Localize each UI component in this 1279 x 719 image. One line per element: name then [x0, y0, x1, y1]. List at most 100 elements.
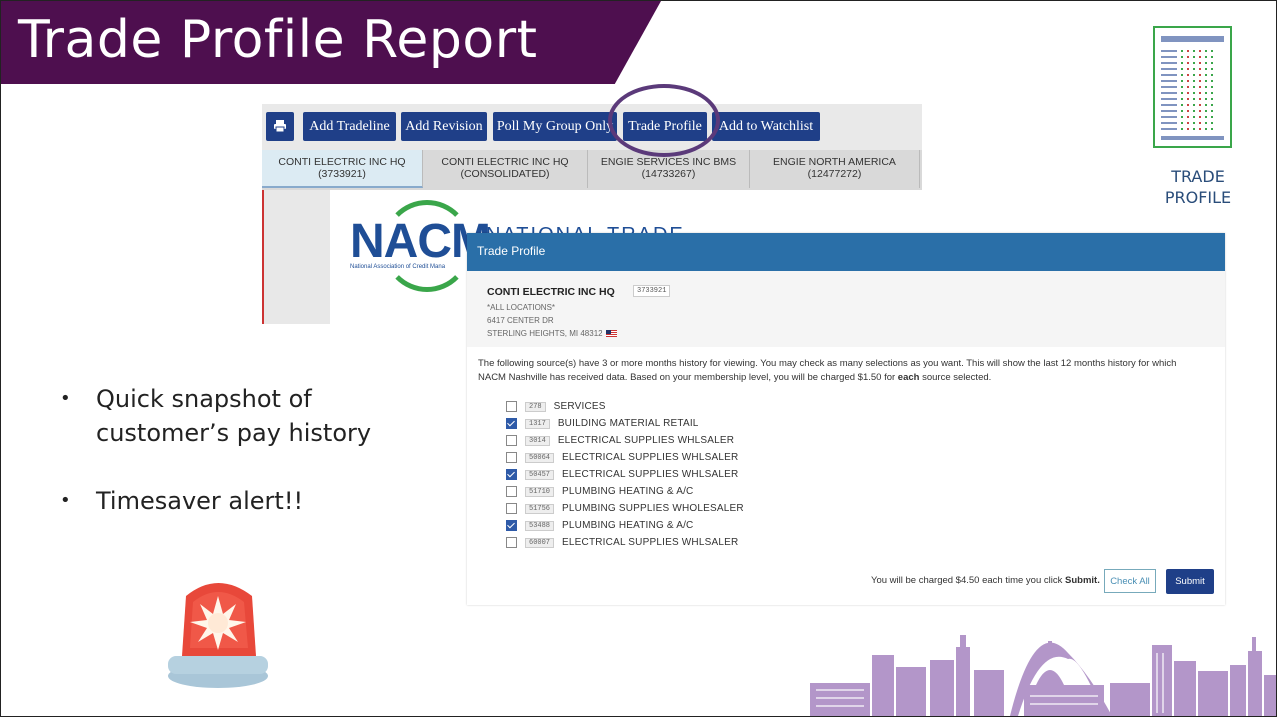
icon-row [1161, 80, 1224, 82]
icon-label-line: TRADE [1171, 167, 1225, 186]
customer-info: CONTI ELECTRIC INC HQ 3733921 *ALL LOCAT… [467, 271, 1225, 347]
icon-row [1161, 68, 1224, 70]
dialog-description: The following source(s) have 3 or more m… [478, 357, 1213, 385]
toolbar: Add Tradeline Add Revision Poll My Group… [262, 104, 922, 150]
source-name: BUILDING MATERIAL RETAIL [557, 418, 699, 429]
tab-sublabel: (12477272) [807, 168, 862, 180]
icon-row [1161, 50, 1224, 52]
charge-notice: You will be charged $4.50 each time you … [871, 575, 1100, 586]
printer-icon [274, 120, 286, 133]
dialog-title: Trade Profile [477, 244, 546, 258]
us-flag-icon [605, 330, 617, 338]
customer-address: 6417 CENTER DR [487, 316, 554, 325]
source-code: 1317 [525, 418, 550, 429]
source-name: ELECTRICAL SUPPLIES WHLSALER [557, 435, 735, 446]
source-name: ELECTRICAL SUPPLIES WHLSALER [562, 469, 739, 480]
page-gutter [264, 190, 330, 324]
highlight-circle [608, 84, 720, 157]
icon-header-bar [1161, 36, 1224, 42]
source-name: PLUMBING HEATING & A/C [562, 486, 694, 497]
bullet-text: Timesaver alert!! [96, 484, 303, 518]
source-list: 278 SERVICES 1317 BUILDING MATERIAL RETAIL 3… [506, 398, 744, 551]
bullet-dot: • [60, 490, 71, 511]
icon-footer-bar [1161, 136, 1224, 140]
emergency-siren-icon [168, 583, 268, 688]
company-tabs: CONTI ELECTRIC INC HQ (3733921) CONTI EL… [262, 150, 922, 190]
icon-row [1161, 116, 1224, 118]
source-checkbox[interactable] [506, 537, 517, 548]
bullet-line: customer’s pay history [96, 419, 372, 447]
bullet-line: Quick snapshot of [96, 385, 312, 413]
source-name: SERVICES [553, 401, 606, 412]
tab-sublabel: (CONSOLIDATED) [460, 168, 550, 180]
tab-label: CONTI ELECTRIC INC HQ [278, 156, 406, 168]
tab-sublabel: (14733267) [641, 168, 696, 180]
source-checkbox[interactable] [506, 452, 517, 463]
source-checkbox[interactable] [506, 418, 517, 429]
tab-conti-electric-consolidated[interactable]: CONTI ELECTRIC INC HQ (CONSOLIDATED) [423, 150, 588, 188]
tab-sublabel: (3733921) [318, 168, 366, 180]
source-code: 50064 [525, 452, 555, 463]
add-revision-button[interactable]: Add Revision [401, 112, 487, 141]
source-code: 50457 [525, 469, 555, 480]
source-name: PLUMBING SUPPLIES WHOLESALER [562, 503, 744, 514]
description-line: The following source(s) have 3 or more m… [478, 358, 1177, 369]
tab-label: CONTI ELECTRIC INC HQ [441, 156, 569, 168]
source-row: 53488 PLUMBING HEATING & A/C [506, 517, 744, 534]
charge-bold: Submit. [1065, 575, 1100, 586]
print-button[interactable] [266, 112, 294, 141]
trade-profile-document-icon [1153, 26, 1232, 148]
tab-label: ENGIE SERVICES INC BMS [600, 156, 737, 168]
source-checkbox[interactable] [506, 469, 517, 480]
source-name: ELECTRICAL SUPPLIES WHLSALER [562, 452, 739, 463]
bullet-dot: • [60, 388, 71, 409]
city-skyline-graphic [810, 635, 1276, 716]
customer-name: CONTI ELECTRIC INC HQ [487, 286, 615, 298]
source-checkbox[interactable] [506, 435, 517, 446]
source-row: 1317 BUILDING MATERIAL RETAIL [506, 415, 744, 432]
trade-profile-icon-label: TRADE PROFILE [1148, 166, 1248, 208]
add-tradeline-button[interactable]: Add Tradeline [303, 112, 396, 141]
submit-button[interactable]: Submit [1166, 569, 1214, 594]
bullet-line: Timesaver alert!! [96, 487, 304, 515]
source-row: 51710 PLUMBING HEATING & A/C [506, 483, 744, 500]
charge-text: You will be charged $4.50 each time you … [871, 575, 1063, 586]
source-code: 51756 [525, 503, 555, 514]
customer-city: STERLING HEIGHTS, MI 48312 [487, 329, 617, 338]
add-to-watchlist-button[interactable]: Add to Watchlist [712, 112, 820, 141]
customer-location: *ALL LOCATIONS* [487, 303, 556, 312]
source-name: ELECTRICAL SUPPLIES WHLSALER [562, 537, 739, 548]
bullet-text: Quick snapshot of customer’s pay history [96, 382, 371, 450]
source-code: 278 [525, 401, 546, 412]
source-row: 50457 ELECTRICAL SUPPLIES WHLSALER [506, 466, 744, 483]
source-row: 60007 ELECTRICAL SUPPLIES WHLSALER [506, 534, 744, 551]
source-code: 51710 [525, 486, 555, 497]
tab-engie-north-america[interactable]: ENGIE NORTH AMERICA (12477272) [750, 150, 920, 188]
tab-conti-electric-hq[interactable]: CONTI ELECTRIC INC HQ (3733921) [262, 150, 423, 188]
source-name: PLUMBING HEATING & A/C [562, 520, 694, 531]
icon-row [1161, 74, 1224, 76]
source-checkbox[interactable] [506, 401, 517, 412]
source-row: 3014 ELECTRICAL SUPPLIES WHLSALER [506, 432, 744, 449]
icon-row [1161, 86, 1224, 88]
source-code: 3014 [525, 435, 550, 446]
check-all-button[interactable]: Check All [1104, 569, 1156, 593]
source-code: 60007 [525, 537, 555, 548]
source-row: 51756 PLUMBING SUPPLIES WHOLESALER [506, 500, 744, 517]
icon-row [1161, 122, 1224, 124]
dialog-header: Trade Profile [467, 233, 1225, 271]
source-checkbox[interactable] [506, 486, 517, 497]
source-checkbox[interactable] [506, 503, 517, 514]
icon-row [1161, 128, 1224, 130]
icon-row [1161, 92, 1224, 94]
slide-title: Trade Profile Report [18, 10, 538, 70]
icon-row [1161, 56, 1224, 58]
customer-id-badge: 3733921 [633, 285, 671, 297]
description-line: NACM Nashville has received data. Based … [478, 372, 992, 383]
nacm-logo-subtitle: National Association of Credit Mana [350, 264, 446, 270]
icon-row [1161, 98, 1224, 100]
trade-profile-dialog: Trade Profile CONTI ELECTRIC INC HQ 3733… [467, 233, 1225, 605]
poll-my-group-only-button[interactable]: Poll My Group Only [493, 112, 617, 141]
source-checkbox[interactable] [506, 520, 517, 531]
customer-city-text: STERLING HEIGHTS, MI 48312 [487, 329, 603, 338]
